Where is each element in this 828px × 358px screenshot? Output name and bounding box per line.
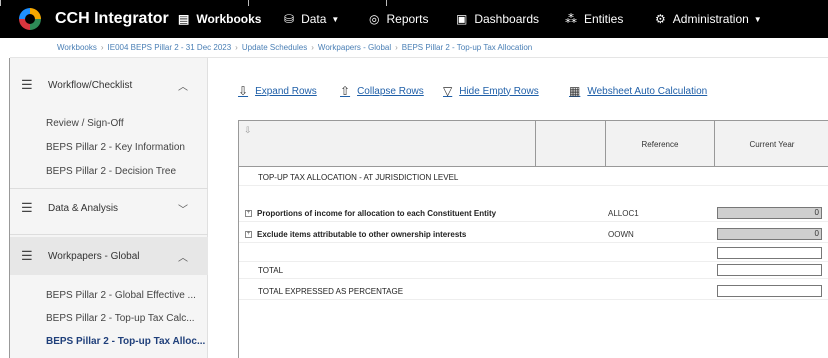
database-icon: ⛁	[284, 12, 295, 26]
app-name: CCH Integrator	[55, 10, 169, 27]
dashboard-icon: ▣	[456, 12, 468, 26]
websheet-auto-calc-label: Websheet Auto Calculation	[587, 85, 708, 97]
table-row: TOTAL	[239, 262, 828, 279]
gear-icon: ⚙	[655, 12, 666, 26]
breadcrumb-separator-icon: ›	[100, 43, 104, 52]
table-row[interactable]: + Proportions of income for allocation t…	[239, 205, 828, 222]
breadcrumb-update-schedules[interactable]: Update Schedules	[242, 43, 307, 52]
current-year-input[interactable]	[717, 247, 822, 259]
window-frame-edge	[0, 0, 1, 6]
worksheet-grid: ⇩ Reference Current Year TOP-UP TAX ALLO…	[238, 120, 828, 358]
grid-header-reference: Reference	[605, 121, 714, 167]
nav-dashboards[interactable]: ▣ Dashboards	[456, 0, 539, 38]
layers-icon: ☰	[21, 77, 33, 92]
layers-icon: ☰	[21, 248, 33, 263]
chevron-up-icon[interactable]: ︿	[178, 78, 188, 93]
expand-rows-button[interactable]: ⇩ Expand Rows	[238, 84, 317, 98]
row-label: TOTAL EXPRESSED AS PERCENTAGE	[258, 286, 404, 296]
expand-rows-label: Expand Rows	[255, 85, 317, 97]
entities-icon: ⁂	[565, 12, 577, 26]
caret-down-icon: ▼	[753, 14, 762, 24]
expand-rows-icon: ⇩	[238, 84, 249, 98]
breadcrumb-current-page: BEPS Pillar 2 - Top-up Tax Allocation	[401, 43, 533, 52]
nav-data-label: Data	[301, 12, 327, 26]
breadcrumb-workbooks[interactable]: Workbooks	[57, 43, 97, 52]
table-row: TOTAL EXPRESSED AS PERCENTAGE	[239, 283, 828, 300]
window-frame-edge	[386, 0, 387, 6]
row-label: TOP-UP TAX ALLOCATION - AT JURISDICTION …	[258, 172, 459, 182]
breadcrumb-separator-icon: ›	[235, 43, 238, 52]
sidebar: ☰ Workflow/Checklist ︿ Review / Sign-Off…	[10, 58, 208, 358]
grid-header-blank	[535, 121, 605, 167]
calculator-icon: ▦	[569, 84, 581, 98]
layers-icon: ☰	[21, 200, 33, 215]
nav-data[interactable]: ⛁ Data ▼	[284, 0, 339, 38]
sidebar-divider	[10, 234, 208, 235]
hide-empty-rows-label: Hide Empty Rows	[459, 85, 539, 97]
grid-header-current-year: Current Year	[714, 121, 828, 167]
collapse-rows-button[interactable]: ⇧ Collapse Rows	[340, 84, 424, 98]
nav-reports-label: Reports	[386, 12, 429, 26]
sidebar-item-review-signoff[interactable]: Review / Sign-Off	[46, 118, 124, 129]
sidebar-item-key-information[interactable]: BEPS Pillar 2 - Key Information	[46, 142, 185, 153]
websheet-auto-calc-button[interactable]: ▦ Websheet Auto Calculation	[569, 84, 707, 98]
top-navigation-bar: CCH Integrator ▤ Workbooks ⛁ Data ▼ ◎ Re…	[0, 0, 828, 38]
table-row[interactable]: + Exclude items attributable to other ow…	[239, 226, 828, 243]
sidebar-item-topup-tax-alloc[interactable]: BEPS Pillar 2 - Top-up Tax Alloc...	[46, 336, 205, 347]
reports-icon: ◎	[369, 12, 380, 26]
row-label: Exclude items attributable to other owne…	[257, 229, 467, 239]
sidebar-section-workpapers-global[interactable]: ☰ Workpapers - Global ︿	[10, 237, 208, 275]
breadcrumb-workbook[interactable]: IE004 BEPS Pillar 2 - 31 Dec 2023	[108, 43, 232, 52]
workbook-icon: ▤	[178, 12, 190, 26]
sidebar-section-label: Workpapers - Global	[48, 250, 140, 262]
caret-down-icon: ▼	[331, 14, 340, 24]
current-year-input[interactable]	[717, 264, 822, 276]
current-year-cell: 0	[717, 228, 822, 240]
left-window-edge	[0, 58, 10, 358]
sidebar-section-workflow-checklist[interactable]: ☰ Workflow/Checklist ︿	[10, 66, 208, 104]
table-row: TOP-UP TAX ALLOCATION - AT JURISDICTION …	[239, 169, 828, 186]
collapse-rows-label: Collapse Rows	[357, 85, 424, 97]
current-year-input[interactable]	[717, 285, 822, 297]
breadcrumb-separator-icon: ›	[395, 43, 398, 52]
sidebar-section-label: Workflow/Checklist	[48, 79, 133, 91]
window-frame-edge	[248, 0, 249, 6]
breadcrumb: Workbooks › IE004 BEPS Pillar 2 - 31 Dec…	[10, 38, 828, 58]
nav-reports[interactable]: ◎ Reports	[369, 0, 429, 38]
row-reference: ALLOC1	[608, 208, 639, 218]
current-year-cell: 0	[717, 207, 822, 219]
nav-workbooks-label: Workbooks	[196, 12, 262, 26]
row-label: TOTAL	[258, 265, 284, 275]
table-row	[239, 245, 828, 262]
sidebar-item-decision-tree[interactable]: BEPS Pillar 2 - Decision Tree	[46, 166, 176, 177]
nav-administration[interactable]: ⚙ Administration ▼	[655, 0, 762, 38]
cch-logo-icon[interactable]	[19, 8, 41, 30]
row-label: Proportions of income for allocation to …	[257, 208, 497, 218]
hide-empty-rows-button[interactable]: ▽ Hide Empty Rows	[443, 84, 539, 98]
filter-icon: ▽	[443, 84, 453, 98]
chevron-up-icon[interactable]: ︿	[178, 249, 188, 264]
collapse-rows-icon: ⇧	[340, 84, 351, 98]
chevron-down-icon[interactable]: ﹀	[178, 201, 188, 216]
grid-header: ⇩ Reference Current Year	[239, 120, 828, 167]
sidebar-section-data-analysis[interactable]: ☰ Data & Analysis ﹀	[10, 189, 208, 227]
sidebar-item-global-effective[interactable]: BEPS Pillar 2 - Global Effective ...	[46, 290, 196, 301]
nav-entities-label: Entities	[584, 12, 624, 26]
nav-dashboards-label: Dashboards	[474, 12, 540, 26]
pin-icon[interactable]: ⇩	[244, 125, 252, 136]
expand-row-icon[interactable]: +	[245, 230, 252, 238]
expand-row-icon[interactable]: +	[245, 209, 252, 217]
row-reference: OOWN	[608, 229, 634, 239]
breadcrumb-separator-icon: ›	[311, 43, 314, 52]
sidebar-section-label: Data & Analysis	[48, 202, 119, 214]
nav-entities[interactable]: ⁂ Entities	[565, 0, 623, 38]
sidebar-item-topup-tax-calc[interactable]: BEPS Pillar 2 - Top-up Tax Calc...	[46, 313, 195, 324]
nav-administration-label: Administration	[672, 12, 749, 26]
breadcrumb-workpapers-global[interactable]: Workpapers - Global	[318, 43, 391, 52]
